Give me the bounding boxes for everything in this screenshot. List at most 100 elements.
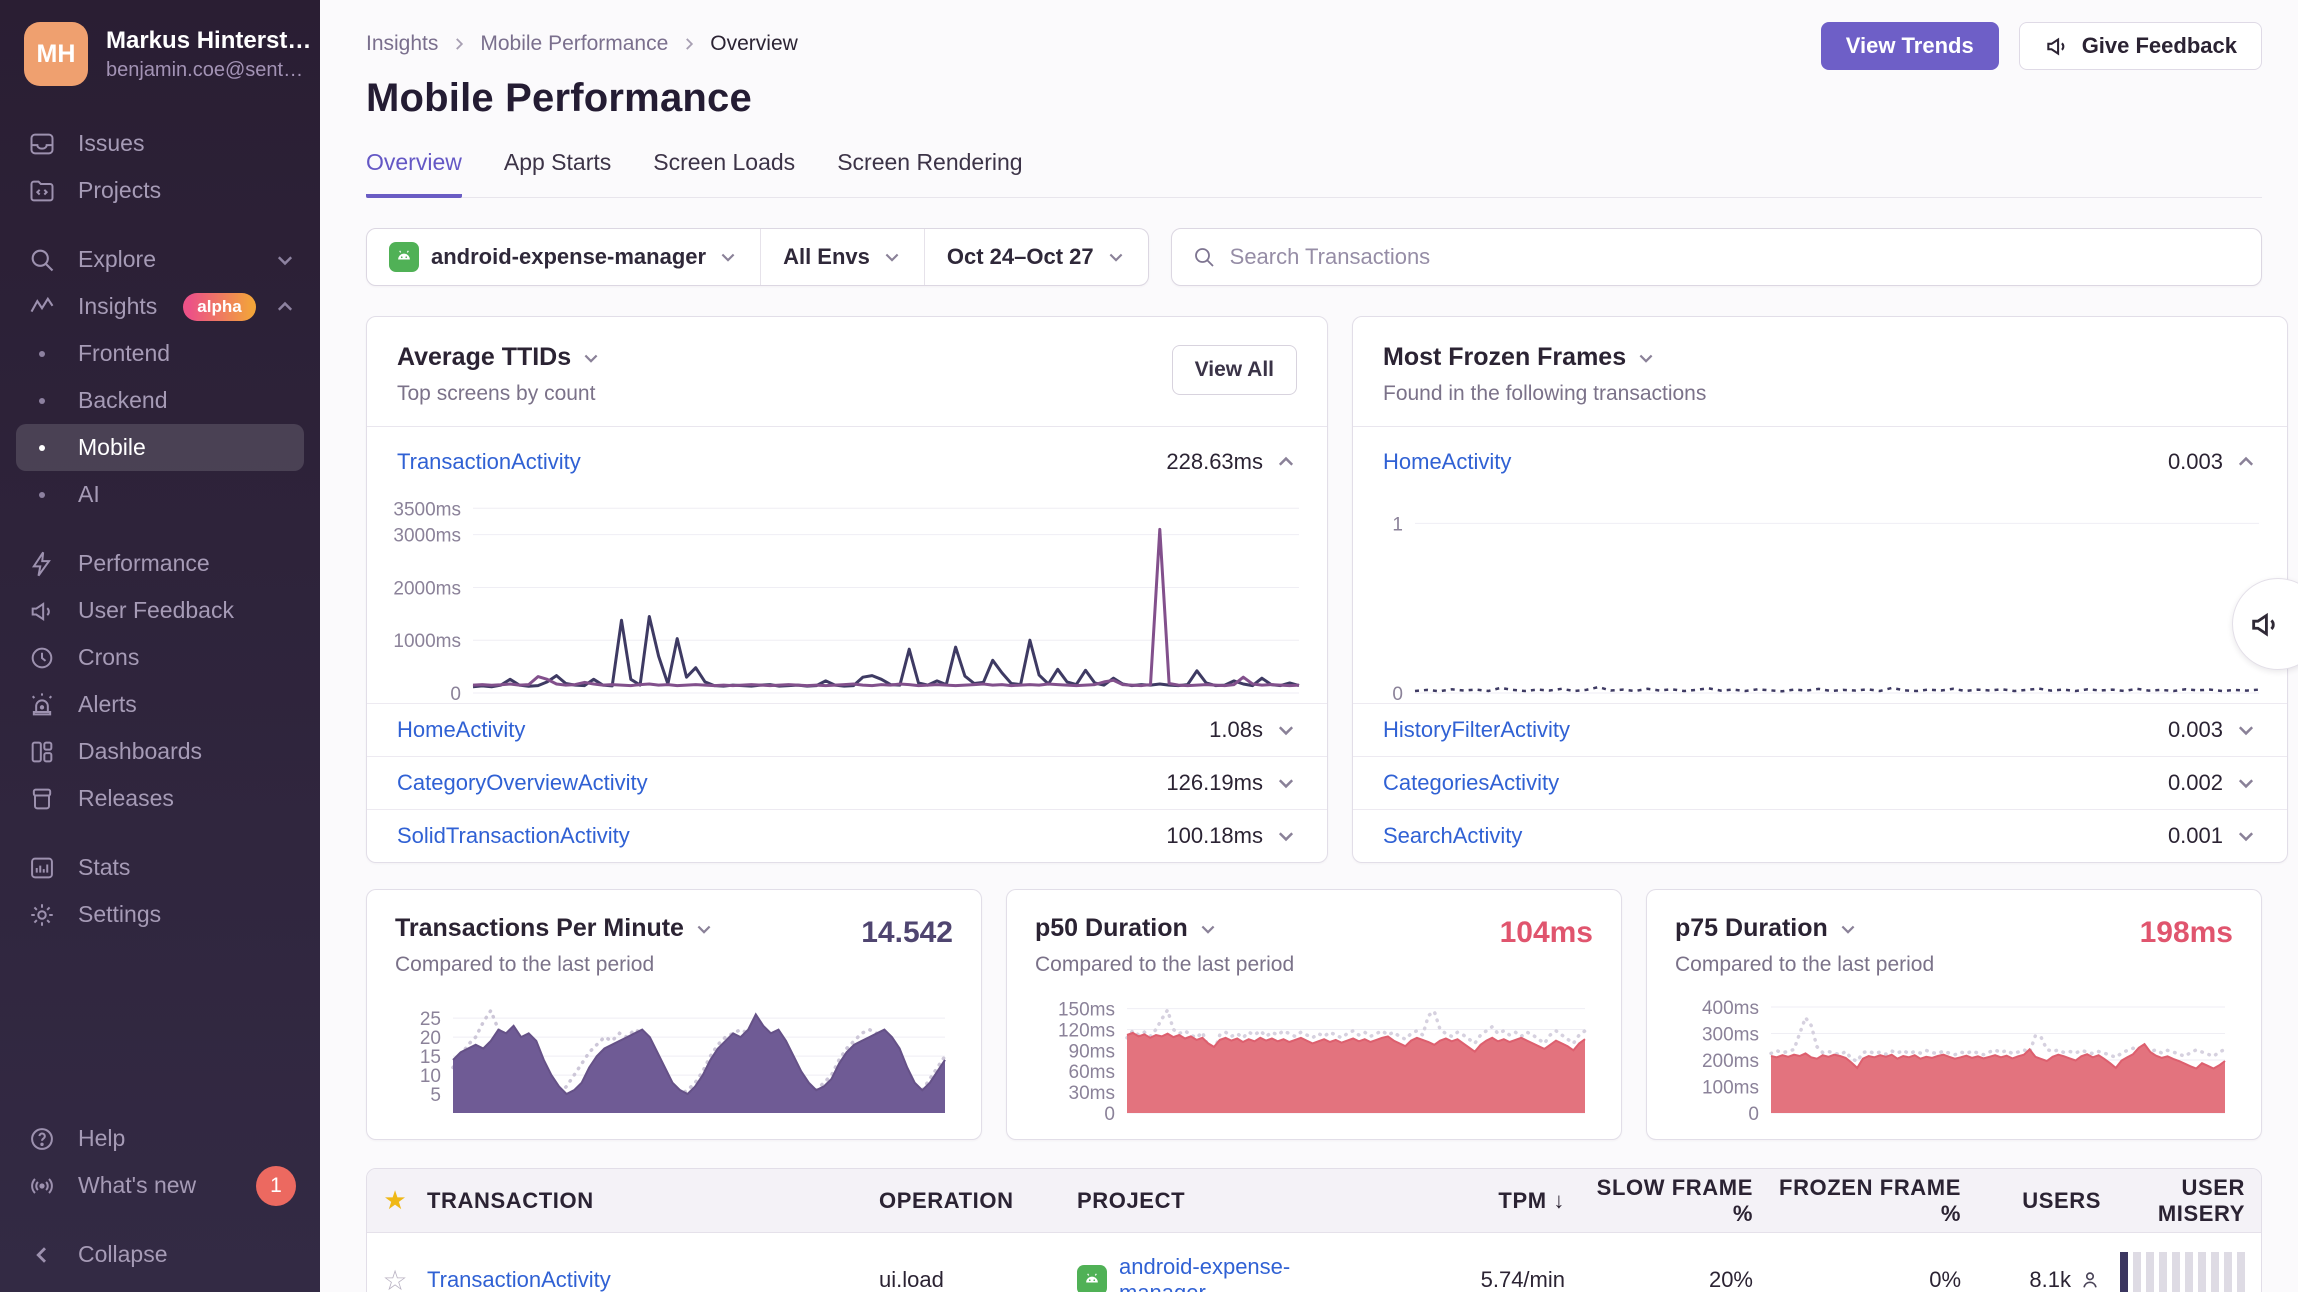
chevron-down-icon[interactable] — [2235, 825, 2257, 847]
card-title-label: Average TTIDs — [397, 343, 571, 372]
sidebar-item-label: Settings — [78, 901, 161, 928]
search-icon — [1192, 245, 1216, 269]
bullet-icon — [26, 445, 58, 451]
sidebar-item-alerts[interactable]: Alerts — [16, 681, 304, 728]
sidebar-item-help[interactable]: Help — [16, 1115, 304, 1162]
sidebar-item-mobile[interactable]: Mobile — [16, 424, 304, 471]
give-feedback-button[interactable]: Give Feedback — [2019, 22, 2262, 70]
star-icon[interactable]: ★ — [367, 1185, 423, 1216]
svg-text:0: 0 — [1392, 684, 1403, 705]
project-filter[interactable]: android-expense-manager — [367, 229, 760, 285]
transaction-link[interactable]: SearchActivity — [1383, 823, 1522, 849]
tab-screen-rendering[interactable]: Screen Rendering — [837, 149, 1022, 198]
environment-filter[interactable]: All Envs — [760, 229, 924, 285]
view-all-button[interactable]: View All — [1172, 345, 1297, 395]
chevron-down-icon[interactable] — [1275, 772, 1297, 794]
star-outline-icon[interactable]: ☆ — [367, 1264, 423, 1292]
transaction-link[interactable]: TransactionActivity — [427, 1267, 611, 1292]
sidebar-item-whats-new[interactable]: What's new 1 — [16, 1162, 304, 1209]
chevron-down-icon[interactable] — [2235, 772, 2257, 794]
transaction-link[interactable]: TransactionActivity — [397, 449, 581, 475]
search-input[interactable] — [1230, 244, 2241, 270]
list-item: CategoriesActivity 0.002 — [1353, 756, 2287, 809]
tab-screen-loads[interactable]: Screen Loads — [653, 149, 795, 198]
transaction-link[interactable]: SolidTransactionActivity — [397, 823, 630, 849]
transaction-link[interactable]: HistoryFilterActivity — [1383, 717, 1570, 743]
sidebar-item-projects[interactable]: Projects — [16, 167, 304, 214]
inbox-icon — [26, 130, 58, 158]
avatar: MH — [24, 22, 88, 86]
environment-filter-label: All Envs — [783, 244, 870, 270]
android-icon — [389, 242, 419, 272]
date-range-filter[interactable]: Oct 24–Oct 27 — [924, 229, 1148, 285]
transaction-link[interactable]: CategoriesActivity — [1383, 770, 1559, 796]
svg-text:10: 10 — [420, 1066, 441, 1087]
column-tpm[interactable]: TPM ↓ — [1373, 1188, 1569, 1214]
sort-desc-icon: ↓ — [1553, 1188, 1565, 1213]
project-cell: android-expense-manager — [1073, 1254, 1373, 1292]
ttid-chart: 3500ms3000ms2000ms1000ms0 — [367, 491, 1327, 703]
sidebar-item-explore[interactable]: Explore — [16, 236, 304, 283]
tpm-chart: 252015105 — [395, 993, 953, 1125]
sidebar-item-performance[interactable]: Performance — [16, 540, 304, 587]
chevron-down-icon[interactable] — [1275, 719, 1297, 741]
sidebar-item-label: Issues — [78, 130, 144, 157]
tab-app-starts[interactable]: App Starts — [504, 149, 611, 198]
sidebar-item-frontend[interactable]: Frontend — [16, 330, 304, 377]
chevron-down-icon — [274, 249, 296, 271]
column-users[interactable]: USERS — [1965, 1188, 2105, 1214]
user-icon — [2079, 1269, 2101, 1291]
sidebar-item-user-feedback[interactable]: User Feedback — [16, 587, 304, 634]
column-slow-frame[interactable]: SLOW FRAME % — [1569, 1175, 1757, 1227]
slow-frame-cell: 20% — [1569, 1267, 1757, 1292]
transaction-link[interactable]: CategoryOverviewActivity — [397, 770, 648, 796]
p75-card: p75 Duration 198ms Compared to the last … — [1646, 889, 2262, 1140]
sidebar-collapse-button[interactable]: Collapse — [16, 1231, 304, 1278]
list-item: HomeActivity 1.08s — [367, 703, 1327, 756]
sidebar-item-dashboards[interactable]: Dashboards — [16, 728, 304, 775]
megaphone-icon — [2248, 607, 2282, 641]
sidebar-item-releases[interactable]: Releases — [16, 775, 304, 822]
sidebar-item-stats[interactable]: Stats — [16, 844, 304, 891]
sidebar-item-label: Backend — [78, 387, 168, 414]
tab-overview[interactable]: Overview — [366, 149, 462, 198]
sidebar-item-label: What's new — [78, 1172, 196, 1199]
transaction-link[interactable]: HomeActivity — [397, 717, 525, 743]
sidebar-item-crons[interactable]: Crons — [16, 634, 304, 681]
filter-bar: android-expense-manager All Envs Oct 24–… — [366, 228, 1149, 286]
column-operation[interactable]: OPERATION — [875, 1188, 1073, 1214]
project-filter-label: android-expense-manager — [431, 244, 706, 270]
chevron-down-icon — [882, 247, 902, 267]
table-row: ☆ TransactionActivity ui.load android-ex… — [367, 1233, 2261, 1292]
most-frozen-frames-title[interactable]: Most Frozen Frames — [1383, 343, 2257, 372]
svg-text:1000ms: 1000ms — [393, 631, 461, 652]
breadcrumb-insights[interactable]: Insights — [366, 32, 438, 56]
sidebar-item-backend[interactable]: Backend — [16, 377, 304, 424]
user-menu[interactable]: MH Markus Hinterst… benjamin.coe@sent… — [0, 22, 320, 86]
project-link[interactable]: android-expense-manager — [1119, 1254, 1369, 1292]
column-frozen-frame[interactable]: FROZEN FRAME % — [1757, 1175, 1965, 1227]
sidebar-item-ai[interactable]: AI — [16, 471, 304, 518]
chevron-up-icon[interactable] — [2235, 451, 2257, 473]
tpm-value: 14.542 — [861, 916, 953, 950]
sidebar-item-label: Crons — [78, 644, 139, 671]
chevron-down-icon[interactable] — [1275, 825, 1297, 847]
sidebar-item-insights[interactable]: Insights alpha — [16, 283, 304, 330]
sidebar-item-issues[interactable]: Issues — [16, 120, 304, 167]
svg-text:1: 1 — [1392, 514, 1403, 535]
chevron-right-icon — [450, 35, 468, 53]
bullet-icon — [26, 351, 58, 357]
whats-new-badge: 1 — [256, 1166, 296, 1206]
row-value: 126.19ms — [1166, 770, 1263, 796]
column-user-misery[interactable]: USER MISERY — [2105, 1175, 2262, 1227]
breadcrumb-mobile-performance[interactable]: Mobile Performance — [480, 32, 668, 56]
chevron-up-icon[interactable] — [1275, 451, 1297, 473]
android-icon — [1077, 1265, 1107, 1292]
chevron-down-icon[interactable] — [2235, 719, 2257, 741]
column-project[interactable]: PROJECT — [1073, 1188, 1373, 1214]
column-transaction[interactable]: TRANSACTION — [423, 1188, 875, 1214]
transaction-link[interactable]: HomeActivity — [1383, 449, 1511, 475]
sidebar-item-settings[interactable]: Settings — [16, 891, 304, 938]
view-trends-button[interactable]: View Trends — [1821, 22, 1999, 70]
average-ttids-title[interactable]: Average TTIDs — [397, 343, 1297, 372]
